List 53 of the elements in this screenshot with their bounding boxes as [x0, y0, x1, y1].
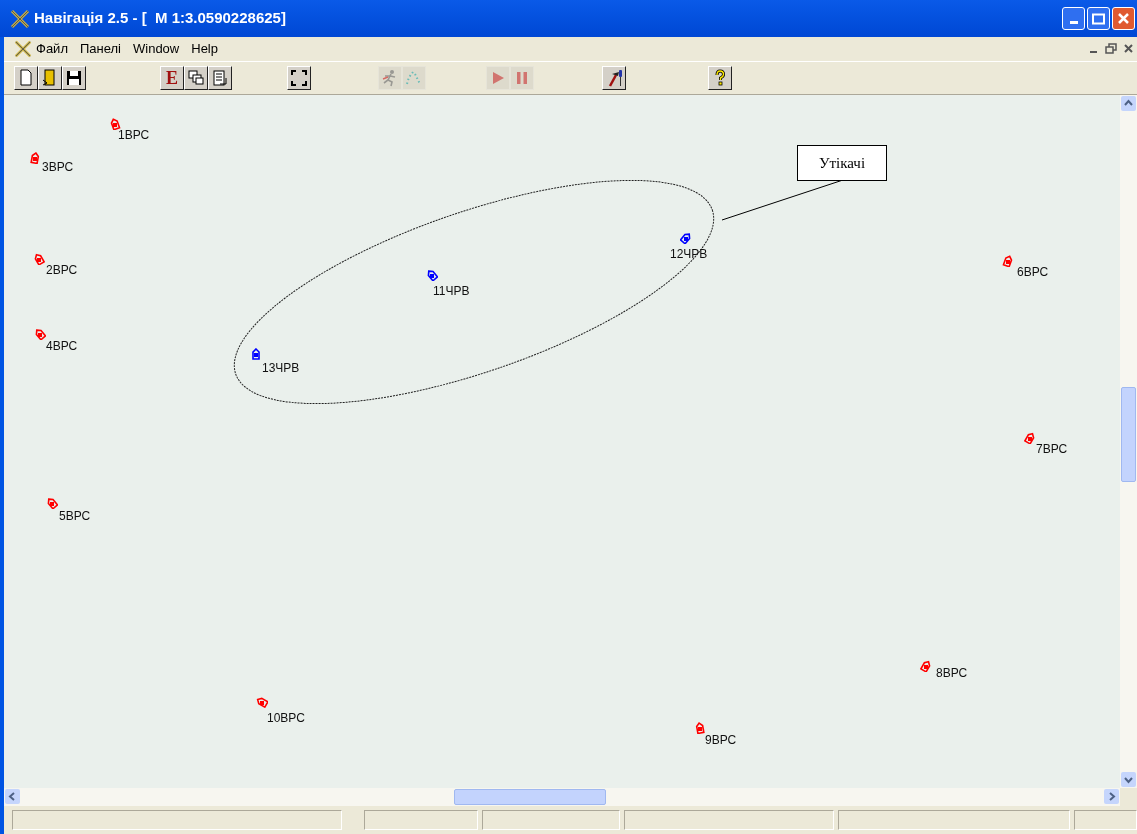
ship-label: 13ЧРВ: [262, 362, 300, 374]
windows-icon: [186, 68, 206, 88]
ship-icon[interactable]: [250, 348, 262, 360]
ship-label: 9ВРС: [705, 734, 737, 746]
ship-label: 7ВРС: [1036, 443, 1068, 455]
maximize-icon: [1092, 12, 1105, 25]
ship-label: 1ВРС: [118, 129, 150, 141]
maximize-button[interactable]: [1087, 7, 1110, 30]
ship-label: 3ВРС: [42, 161, 74, 173]
ship-icon[interactable]: [33, 253, 45, 265]
minimize-button[interactable]: [1062, 7, 1085, 30]
scroll-thumb[interactable]: [454, 789, 606, 805]
scroll-right-icon[interactable]: [1103, 788, 1120, 805]
ship-icon[interactable]: [256, 696, 268, 708]
window-title: Навігація 2.5 - [ M 1:3.0590228625]: [34, 8, 286, 29]
minimize-icon: [1069, 21, 1078, 24]
ship-label: 8ВРС: [936, 667, 968, 679]
crossed-swords-icon: [10, 8, 30, 29]
scroll-up-icon[interactable]: [1120, 95, 1137, 112]
fit-to-screen-icon: [289, 68, 309, 88]
map-canvas[interactable]: 1ВРС 3ВРС 2ВРС 4ВРС 5ВРС 13ЧРВ 11ЧРВ 12ЧРВ 6ВРС 7ВРС 8ВРС 9ВРС 10ВРС Утікачі: [4, 95, 1120, 788]
ship-icon[interactable]: [1024, 432, 1036, 444]
scroll-thumb[interactable]: [1121, 387, 1136, 482]
horizontal-scrollbar[interactable]: [4, 788, 1120, 806]
ship-icon[interactable]: [426, 269, 438, 281]
ship-icon[interactable]: [34, 328, 46, 340]
list-icon: [210, 68, 230, 88]
ship-icon[interactable]: [109, 118, 121, 130]
vertical-scrollbar[interactable]: [1120, 95, 1137, 788]
close-icon: [1117, 12, 1130, 25]
ship-label: 12ЧРВ: [670, 248, 708, 260]
toolbar-button[interactable]: E: [160, 66, 184, 90]
ship-icon[interactable]: [46, 497, 58, 509]
ship-label: 6ВРС: [1017, 266, 1049, 278]
ship-icon[interactable]: [1002, 255, 1014, 267]
ship-label: 11ЧРВ: [433, 285, 470, 297]
scroll-down-icon[interactable]: [1120, 771, 1137, 788]
menu-item[interactable]: Window: [133, 39, 180, 59]
menu-item[interactable]: Help: [191, 39, 218, 59]
ship-icon[interactable]: [29, 152, 41, 164]
ship-label: 10ВРС: [267, 712, 305, 724]
menu-item[interactable]: Панелі: [79, 39, 121, 59]
scroll-left-icon[interactable]: [4, 788, 21, 805]
callout-label: Утікачі: [797, 145, 887, 181]
ship-label: 4ВРС: [46, 340, 78, 352]
ship-icon[interactable]: [680, 232, 692, 244]
crossed-swords-icon: [14, 40, 32, 58]
close-button[interactable]: [1112, 7, 1135, 30]
ship-icon[interactable]: [694, 722, 706, 734]
menu-item[interactable]: Файл: [36, 39, 68, 59]
ship-icon[interactable]: [920, 660, 932, 672]
ship-label: 5ВРС: [59, 510, 91, 522]
ship-label: 2ВРС: [46, 264, 78, 276]
